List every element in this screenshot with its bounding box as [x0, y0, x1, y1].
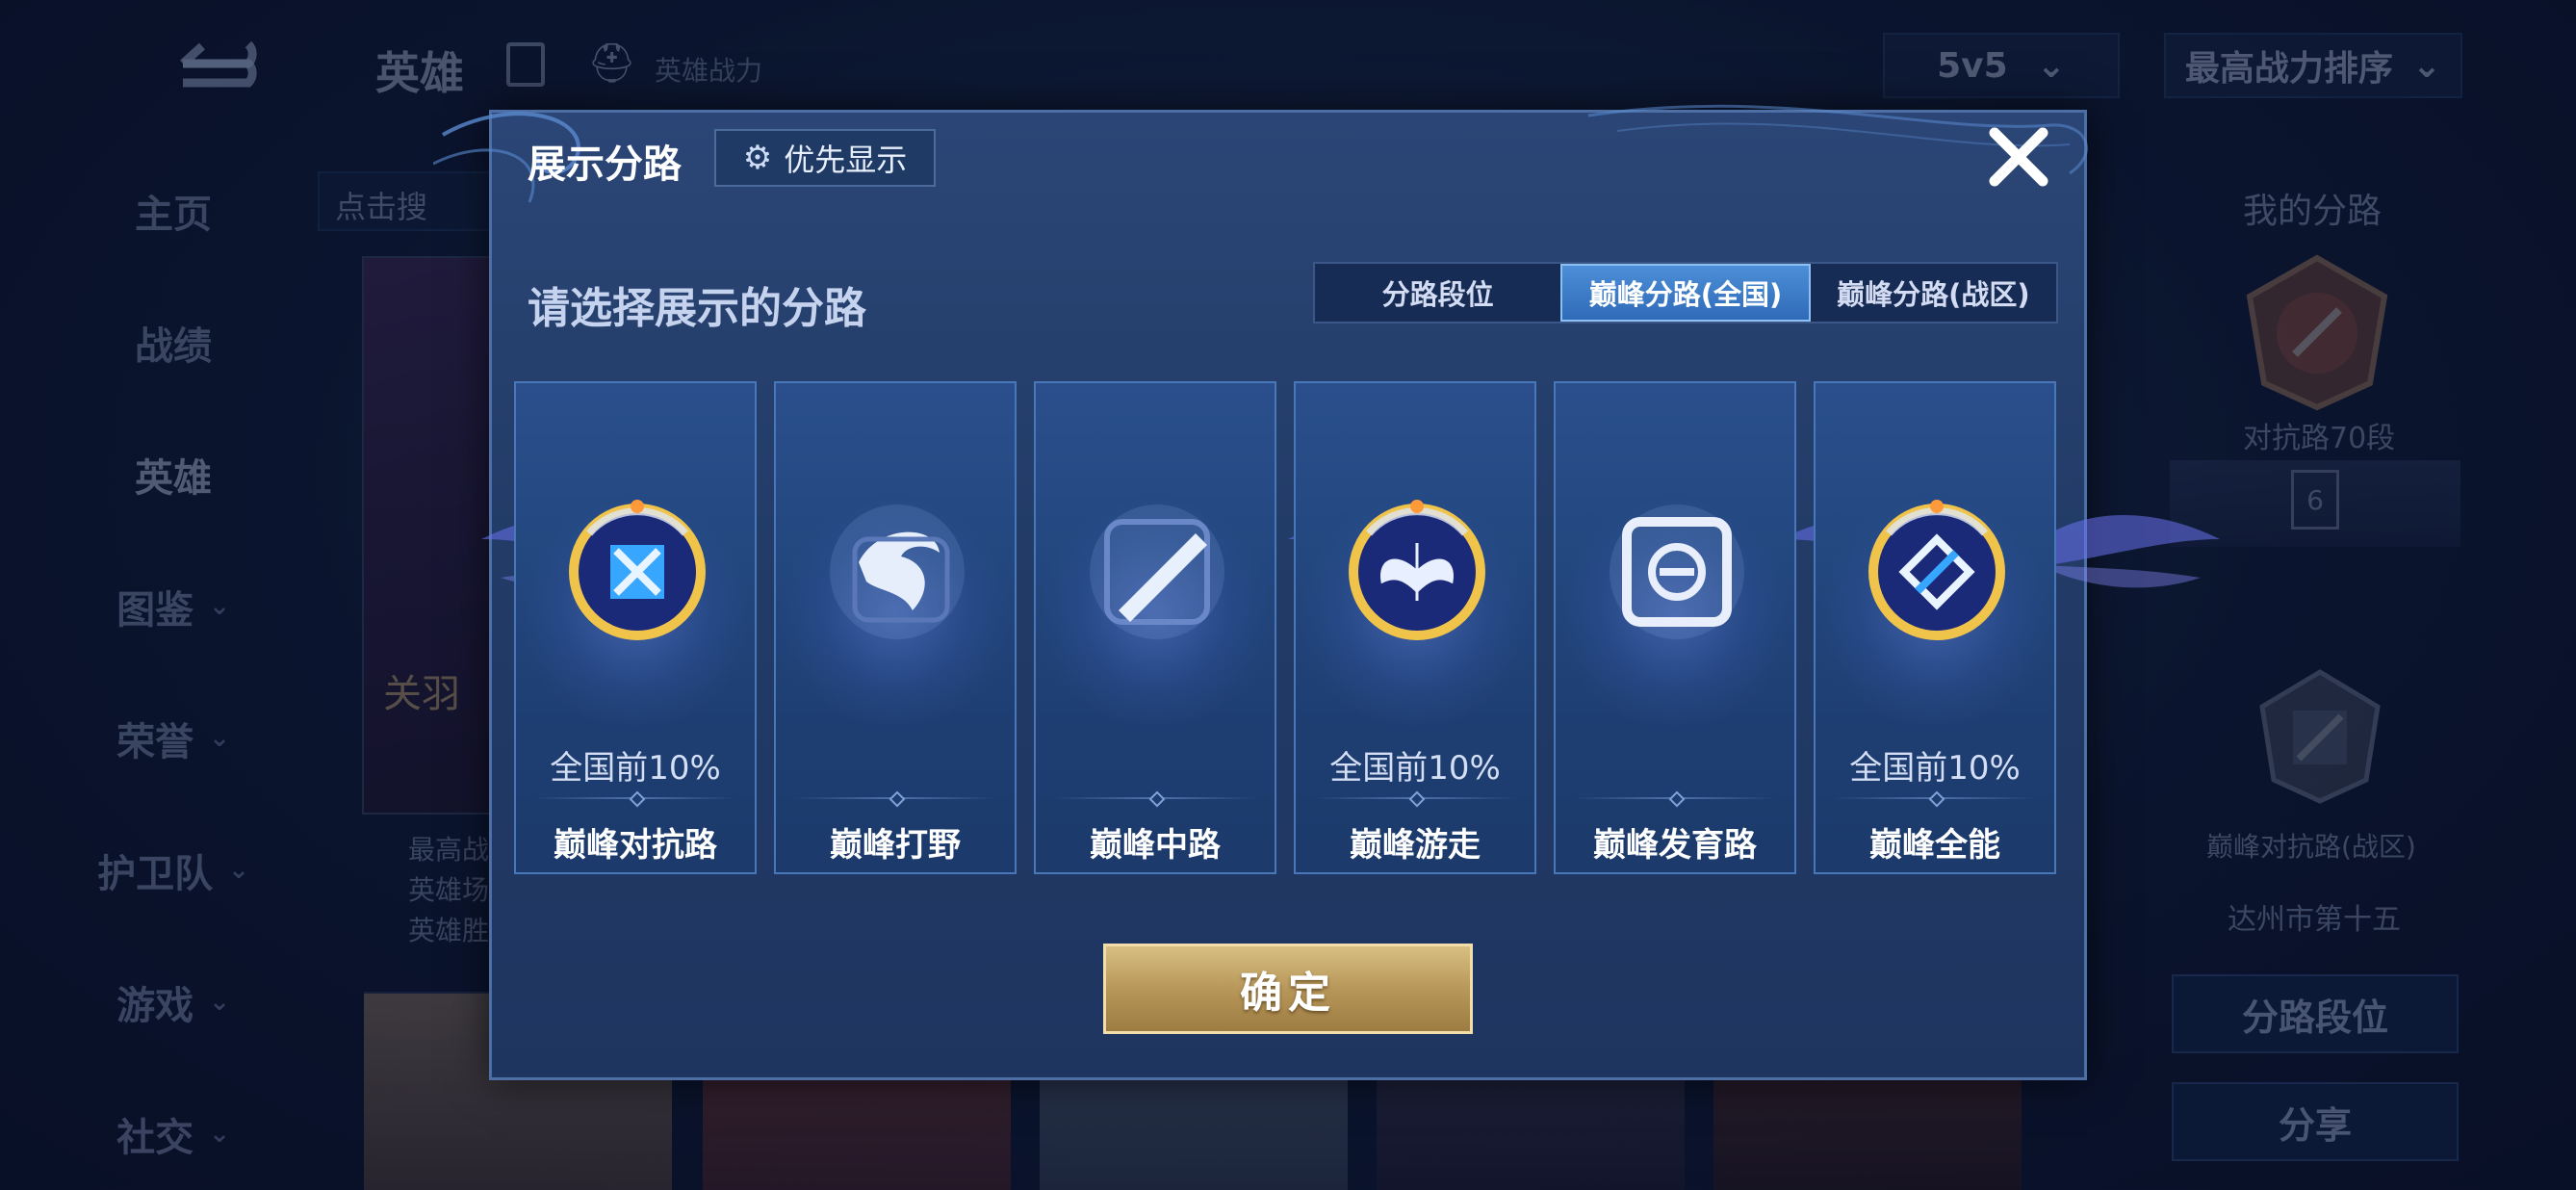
- dialog-title: 展示分路: [528, 142, 682, 187]
- close-button[interactable]: [1983, 121, 2054, 193]
- slash-emblem-icon: [1080, 495, 1234, 649]
- lane-name: 巅峰全能: [1869, 826, 2000, 865]
- lane-name: 巅峰游走: [1350, 826, 1481, 865]
- card-divider: [1575, 797, 1775, 799]
- card-divider: [1055, 797, 1255, 799]
- swirl-emblem-icon: [1600, 495, 1754, 649]
- lane-card[interactable]: 巅峰发育路: [1554, 381, 1796, 874]
- lane-tab[interactable]: 巅峰分路(全国): [1560, 264, 1811, 322]
- lane-card[interactable]: 全国前10% 巅峰对抗路: [514, 381, 757, 874]
- card-divider: [535, 797, 735, 799]
- lane-name: 巅峰中路: [1090, 826, 1221, 865]
- lane-tab[interactable]: 巅峰分路(战区): [1811, 264, 2056, 322]
- wings-emblem-icon: [1340, 495, 1494, 649]
- close-icon: [1989, 127, 2048, 187]
- lane-card[interactable]: 全国前10% 巅峰全能: [1814, 381, 2056, 874]
- lane-name: 巅峰打野: [830, 826, 961, 865]
- dialog-prompt: 请选择展示的分路: [528, 284, 866, 333]
- priority-display-label: 优先显示: [784, 142, 908, 178]
- card-divider: [1835, 797, 2035, 799]
- lane-tabs: 分路段位 巅峰分路(全国) 巅峰分路(战区): [1313, 262, 2058, 323]
- lane-card[interactable]: 巅峰中路: [1034, 381, 1276, 874]
- lane-rank-label: 全国前10%: [1849, 749, 2021, 788]
- confirm-button[interactable]: 确定: [1103, 944, 1473, 1034]
- lane-rank-label: 全国前10%: [1329, 749, 1501, 788]
- lane-card[interactable]: 全国前10% 巅峰游走: [1294, 381, 1536, 874]
- lane-rank-label: 全国前10%: [550, 749, 721, 788]
- lane-card[interactable]: 巅峰打野: [774, 381, 1017, 874]
- lane-name: 巅峰发育路: [1593, 826, 1757, 865]
- sword-emblem-icon: [560, 495, 714, 649]
- gear-icon: ⚙: [742, 139, 773, 177]
- card-divider: [1315, 797, 1515, 799]
- dragon-emblem-icon: [820, 495, 974, 649]
- diamond-emblem-icon: [1860, 495, 2014, 649]
- card-divider: [795, 797, 995, 799]
- lane-tab[interactable]: 分路段位: [1315, 264, 1560, 322]
- lane-name: 巅峰对抗路: [554, 826, 717, 865]
- priority-display-button[interactable]: ⚙ 优先显示: [714, 129, 936, 187]
